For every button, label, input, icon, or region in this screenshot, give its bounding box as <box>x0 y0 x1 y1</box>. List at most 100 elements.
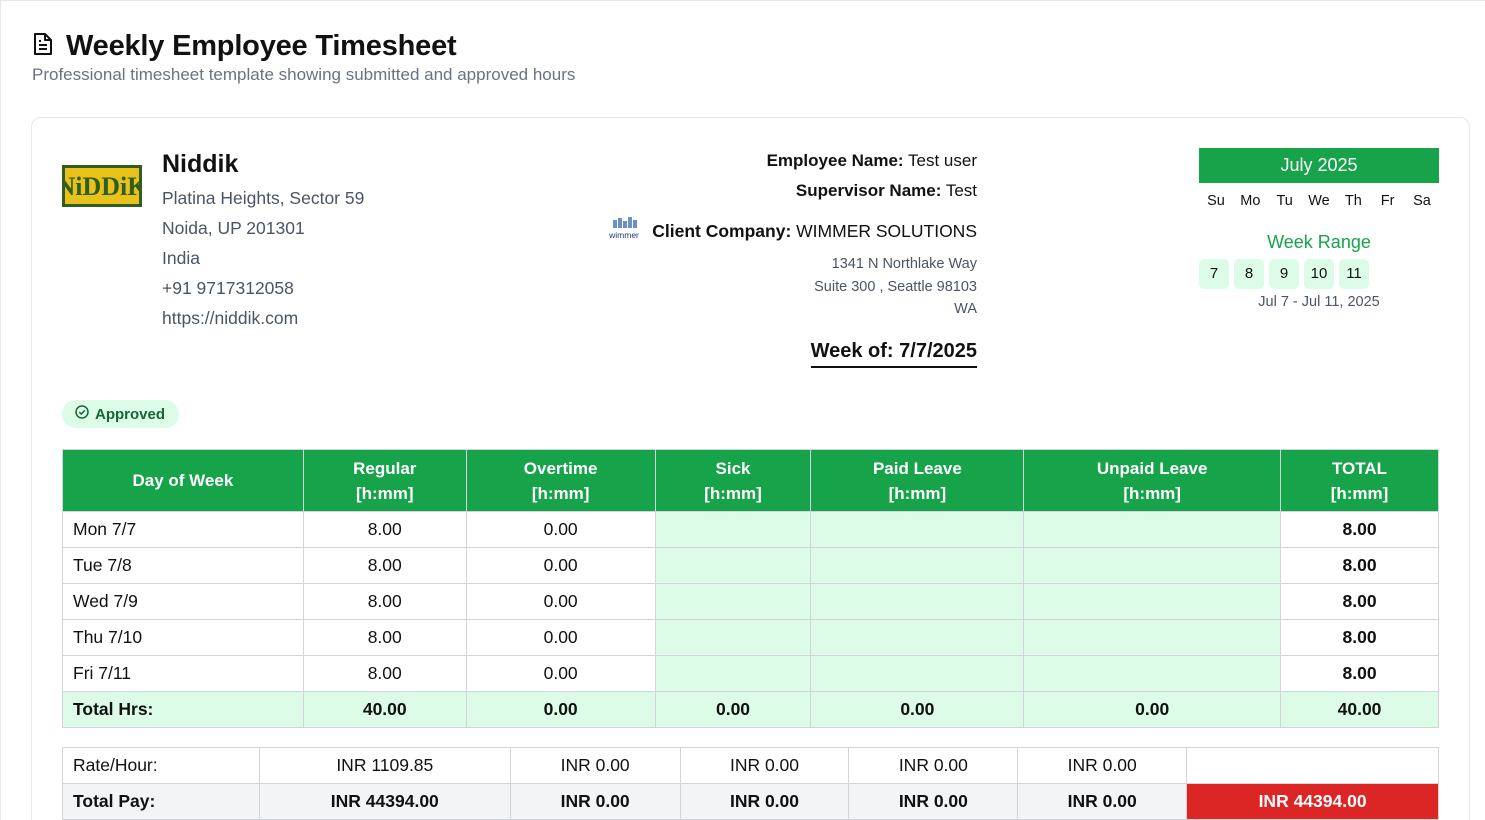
client-address-line3: WA <box>954 301 977 317</box>
company-phone: +91 9717312058 <box>162 278 294 298</box>
table-row: Mon 7/7 8.00 0.00 8.00 <box>62 511 1439 548</box>
page-subtitle: Professional timesheet template showing … <box>32 65 576 84</box>
hours-table: Day of Week Regular [h:mm] Overtime [h:mm]… <box>62 449 1439 728</box>
client-company-label: Client Company: <box>652 221 792 241</box>
svg-text:NiDDiK: NiDDiK <box>62 172 142 201</box>
employee-name-value: Test user <box>908 151 977 170</box>
table-row: Wed 7/9 8.00 0.00 8.00 <box>62 583 1439 620</box>
sick-cell[interactable] <box>654 583 812 620</box>
column-header-day: Day of Week <box>62 449 304 512</box>
week-day-chip[interactable]: 9 <box>1269 259 1299 289</box>
overtime-cell[interactable]: 0.00 <box>465 511 656 548</box>
total-unpaid-leave: 0.00 <box>1023 691 1282 728</box>
overtime-cell[interactable]: 0.00 <box>465 583 656 620</box>
company-country: India <box>162 248 200 268</box>
total-cell: 8.00 <box>1280 547 1439 584</box>
company-address-line2: Noida, UP 201301 <box>162 218 305 238</box>
week-of: Week of: 7/7/2025 <box>810 340 977 368</box>
client-address-line1: 1341 N Northlake Way <box>831 256 977 272</box>
total-paid-leave: 0.00 <box>810 691 1025 728</box>
column-header-overtime: Overtime [h:mm] <box>465 449 656 512</box>
weekday-label: Sa <box>1413 193 1431 209</box>
sick-cell[interactable] <box>654 619 812 656</box>
rate-overtime: INR 0.00 <box>509 747 681 784</box>
weekday-label: Tu <box>1276 193 1293 209</box>
column-header-unpaid-leave: Unpaid Leave [h:mm] <box>1023 449 1282 512</box>
paid-leave-cell[interactable] <box>810 547 1025 584</box>
calendar-month: July 2025 <box>1199 148 1439 183</box>
paid-leave-cell[interactable] <box>810 619 1025 656</box>
rate-sick: INR 0.00 <box>679 747 850 784</box>
employee-name-label: Employee Name: <box>766 151 904 170</box>
totals-row: Total Hrs: 40.00 0.00 0.00 0.00 0.00 40.… <box>62 691 1439 728</box>
pay-sick: INR 0.00 <box>679 783 850 820</box>
rate-regular: INR 1109.85 <box>258 747 511 784</box>
pay-paid-leave: INR 0.00 <box>848 783 1019 820</box>
column-header-total: TOTAL [h:mm] <box>1280 449 1439 512</box>
unpaid-leave-cell[interactable] <box>1023 583 1282 620</box>
week-day-chip[interactable]: 8 <box>1234 259 1264 289</box>
company-name: Niddik <box>162 150 239 178</box>
week-of-value: 7/7/2025 <box>899 340 977 362</box>
week-day-chip[interactable]: 7 <box>1199 259 1229 289</box>
grand-total-pay: INR 44394.00 <box>1186 783 1439 820</box>
regular-cell[interactable]: 8.00 <box>302 655 467 692</box>
week-day-chip[interactable]: 10 <box>1304 259 1334 289</box>
total-cell: 8.00 <box>1280 511 1439 548</box>
company-website: https://niddik.com <box>162 308 299 328</box>
paid-leave-cell[interactable] <box>810 511 1025 548</box>
rate-paid-leave: INR 0.00 <box>848 747 1019 784</box>
supervisor-name-label: Supervisor Name: <box>795 181 942 200</box>
sick-cell[interactable] <box>654 511 812 548</box>
total-cell: 8.00 <box>1280 583 1439 620</box>
rate-row: Rate/Hour: INR 1109.85 INR 0.00 INR 0.00… <box>62 747 1439 784</box>
supervisor-name-value: Test <box>945 181 977 200</box>
week-of-label: Week of: <box>810 340 894 362</box>
unpaid-leave-cell[interactable] <box>1023 619 1282 656</box>
day-cell: Wed 7/9 <box>62 583 304 620</box>
day-cell: Mon 7/7 <box>62 511 304 548</box>
total-cell: 8.00 <box>1280 619 1439 656</box>
regular-cell[interactable]: 8.00 <box>302 583 467 620</box>
week-day-chip[interactable]: 11 <box>1339 259 1369 289</box>
company-address-line1: Platina Heights, Sector 59 <box>162 188 365 208</box>
table-row: Tue 7/8 8.00 0.00 8.00 <box>62 547 1439 584</box>
weekday-label: We <box>1308 193 1330 209</box>
total-regular: 40.00 <box>302 691 467 728</box>
page-header: Weekly Employee Timesheet <box>32 30 457 63</box>
regular-cell[interactable]: 8.00 <box>302 619 467 656</box>
table-row: Fri 7/11 8.00 0.00 8.00 <box>62 655 1439 692</box>
client-company-value: WIMMER SOLUTIONS <box>796 221 977 241</box>
client-company: wimmer Client Company: WIMMER SOLUTIONS <box>606 216 977 247</box>
status-badge: Approved <box>62 400 180 428</box>
pay-unpaid-leave: INR 0.00 <box>1017 783 1188 820</box>
total-pay-label: Total Pay: <box>62 783 260 820</box>
column-header-paid-leave: Paid Leave [h:mm] <box>810 449 1025 512</box>
check-circle-icon <box>75 405 89 423</box>
total-pay-row: Total Pay: INR 44394.00 INR 0.00 INR 0.0… <box>62 783 1439 820</box>
unpaid-leave-cell[interactable] <box>1023 547 1282 584</box>
employee-info: Employee Name: Test user Supervisor Name… <box>767 150 977 210</box>
svg-text:wimmer: wimmer <box>608 230 639 240</box>
rate-label: Rate/Hour: <box>62 747 260 784</box>
paid-leave-cell[interactable] <box>810 655 1025 692</box>
day-cell: Tue 7/8 <box>62 547 304 584</box>
overtime-cell[interactable]: 0.00 <box>465 655 656 692</box>
unpaid-leave-cell[interactable] <box>1023 655 1282 692</box>
client-address: 1341 N Northlake Way Suite 300 , Seattle… <box>814 253 977 321</box>
paid-leave-cell[interactable] <box>810 583 1025 620</box>
overtime-cell[interactable]: 0.00 <box>465 547 656 584</box>
regular-cell[interactable]: 8.00 <box>302 547 467 584</box>
weekday-label: Th <box>1344 193 1362 209</box>
page-title: Weekly Employee Timesheet <box>66 30 457 62</box>
pay-regular: INR 44394.00 <box>258 783 511 820</box>
weekday-label: Su <box>1207 193 1225 209</box>
unpaid-leave-cell[interactable] <box>1023 511 1282 548</box>
sick-cell[interactable] <box>654 655 812 692</box>
overtime-cell[interactable]: 0.00 <box>465 619 656 656</box>
regular-cell[interactable]: 8.00 <box>302 511 467 548</box>
sick-cell[interactable] <box>654 547 812 584</box>
week-range-days: 7 8 9 10 11 <box>1199 259 1439 289</box>
total-cell: 8.00 <box>1280 655 1439 692</box>
document-icon <box>32 32 54 61</box>
